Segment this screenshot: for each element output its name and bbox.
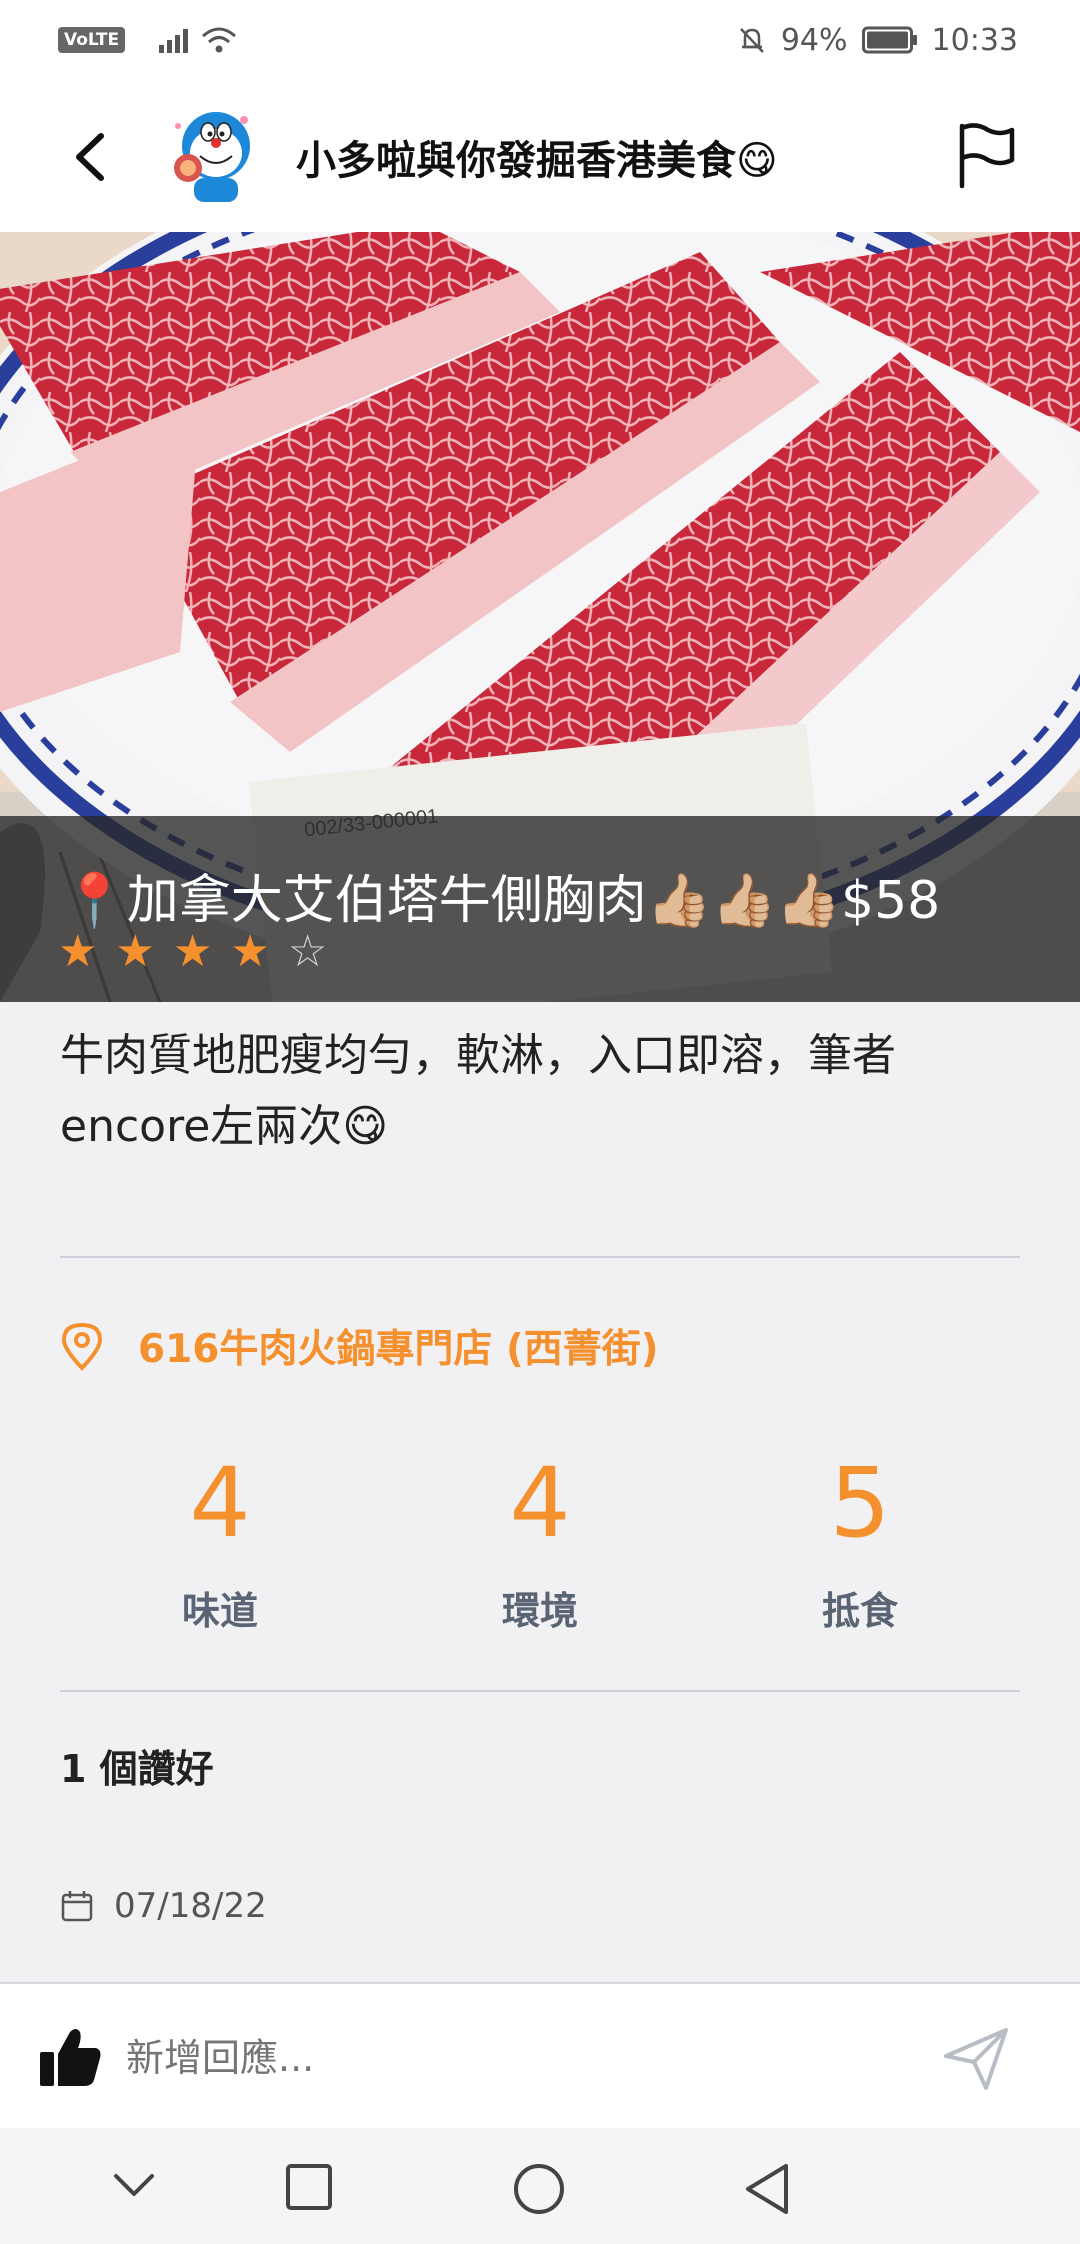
rating-label: 環境 bbox=[501, 1589, 578, 1633]
recent-apps-icon bbox=[286, 2164, 332, 2210]
star-icon-filled: ★ bbox=[58, 926, 98, 977]
star-icon-filled: ★ bbox=[115, 926, 155, 977]
rating-value: 4 bbox=[189, 1447, 251, 1559]
restaurant-name: 616牛肉火鍋專門店 (西菁街) bbox=[138, 1327, 659, 1372]
clock: 10:33 bbox=[931, 22, 1018, 58]
send-icon bbox=[944, 2028, 1008, 2090]
rating-label: 抵食 bbox=[821, 1589, 898, 1633]
like-button[interactable] bbox=[38, 2024, 104, 2094]
flag-icon bbox=[959, 123, 1015, 189]
thumbs-up-icon bbox=[40, 2029, 101, 2086]
network-badge: VoLTE bbox=[58, 27, 126, 53]
rating-value: 4 bbox=[509, 1447, 571, 1559]
star-icon-empty: ☆ bbox=[287, 926, 328, 977]
system-nav-bar bbox=[0, 2128, 1080, 2244]
status-bar: VoLTE 94% 10:33 bbox=[0, 0, 1080, 80]
signal-icon bbox=[159, 29, 189, 53]
rating-value: 5 bbox=[829, 1447, 891, 1559]
nav-home-button[interactable] bbox=[512, 2162, 566, 2220]
ratings-section: 4 味道 4 環境 5 抵食 bbox=[0, 1448, 1080, 1648]
rating-label: 味道 bbox=[181, 1589, 258, 1633]
home-icon bbox=[514, 2164, 564, 2214]
rating-value-for-money: 5 抵食 bbox=[760, 1448, 960, 1635]
star-rating: ★ ★ ★ ★ ☆ bbox=[58, 930, 327, 974]
page-title: 小多啦與你發掘香港美食😋 bbox=[296, 138, 778, 184]
post-date: 07/18/22 bbox=[60, 1886, 267, 1926]
nav-recents-button[interactable] bbox=[284, 2162, 334, 2216]
collapse-down-icon bbox=[114, 2174, 154, 2196]
rating-environment: 4 環境 bbox=[440, 1448, 640, 1635]
nav-back-button[interactable] bbox=[742, 2162, 792, 2220]
restaurant-link[interactable]: 616牛肉火鍋專門店 (西菁街) bbox=[60, 1318, 659, 1374]
back-button[interactable] bbox=[60, 124, 120, 190]
app-bar: 小多啦與你發掘香港美食😋 bbox=[0, 80, 1080, 232]
likes-count[interactable]: 1 個讚好 bbox=[60, 1738, 214, 1793]
avatar[interactable] bbox=[158, 98, 270, 210]
dish-title: 📍加拿大艾伯塔牛側胸肉👍🏼👍🏼👍🏼$58 bbox=[62, 871, 941, 931]
divider bbox=[60, 1256, 1020, 1258]
signal-wifi-icons bbox=[159, 26, 237, 54]
star-icon-filled: ★ bbox=[172, 926, 213, 977]
divider bbox=[60, 1690, 1020, 1692]
battery-percent: 94% bbox=[780, 22, 848, 58]
back-icon bbox=[746, 2164, 788, 2214]
doraemon-avatar-image bbox=[158, 98, 270, 210]
chevron-left-icon bbox=[76, 133, 104, 181]
battery-icon bbox=[861, 26, 917, 54]
nav-collapse-button[interactable] bbox=[112, 2170, 156, 2204]
location-pin-icon bbox=[61, 1322, 103, 1371]
report-button[interactable] bbox=[954, 120, 1020, 190]
date-text: 07/18/22 bbox=[114, 1886, 267, 1926]
mute-bell-icon bbox=[739, 28, 764, 53]
comment-input[interactable] bbox=[126, 2028, 886, 2088]
review-text: 牛肉質地肥瘦均勻，軟淋，入口即溶，筆者encore左兩次😋 bbox=[60, 1030, 896, 1152]
wifi-icon bbox=[202, 27, 237, 53]
send-button[interactable] bbox=[942, 2024, 1012, 2098]
calendar-icon bbox=[61, 1891, 93, 1922]
comment-bar bbox=[0, 1982, 1080, 2130]
rating-taste: 4 味道 bbox=[120, 1448, 320, 1635]
star-icon-filled: ★ bbox=[230, 926, 270, 977]
